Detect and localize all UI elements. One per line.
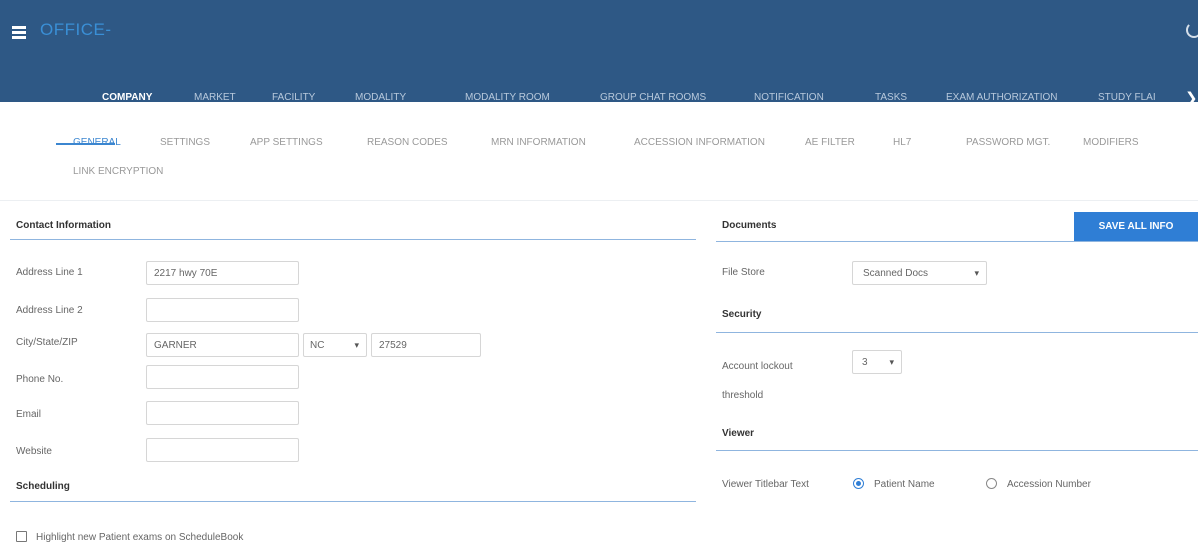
documents-section-title: Documents	[722, 220, 777, 231]
security-section-line	[716, 332, 1198, 333]
subtab-app-settings[interactable]: APP SETTINGS	[250, 137, 323, 148]
tab-modality[interactable]: MODALITY	[355, 92, 406, 103]
hamburger-icon[interactable]	[12, 26, 26, 39]
chevron-down-icon: ▾	[354, 340, 359, 350]
website-input[interactable]	[146, 438, 299, 462]
tab-tasks[interactable]: TASKS	[875, 92, 907, 103]
state-select-value: NC	[310, 340, 325, 351]
phone-label: Phone No.	[16, 374, 64, 385]
scheduling-section-title: Scheduling	[16, 481, 70, 492]
accession-number-radio[interactable]	[986, 478, 997, 489]
file-store-select[interactable]: Scanned Docs ▾	[852, 261, 987, 285]
patient-name-radio-label: Patient Name	[874, 479, 935, 490]
top-header: OFFICE- COMPANY MARKET FACILITY MODALITY…	[0, 0, 1198, 107]
viewer-titlebar-label: Viewer Titlebar Text	[722, 479, 809, 490]
email-label: Email	[16, 409, 42, 420]
highlight-checkbox-label: Highlight new Patient exams on ScheduleB…	[36, 532, 244, 543]
address2-label: Address Line 2	[16, 305, 83, 316]
email-input[interactable]	[146, 401, 299, 425]
subtab-accession-information[interactable]: ACCESSION INFORMATION	[634, 137, 765, 148]
scheduling-section-line	[10, 501, 696, 502]
website-label: Website	[16, 446, 52, 457]
main-nav: COMPANY MARKET FACILITY MODALITY MODALIT…	[0, 92, 1198, 106]
subtab-settings[interactable]: SETTINGS	[160, 137, 210, 148]
city-state-zip-label: City/State/ZIP	[16, 337, 78, 348]
tab-notification[interactable]: NOTIFICATION	[754, 92, 824, 103]
file-store-label: File Store	[722, 267, 765, 278]
city-input[interactable]: GARNER	[146, 333, 299, 357]
active-subtab-indicator	[56, 143, 115, 145]
chevron-down-icon: ▾	[889, 357, 894, 367]
phone-input[interactable]	[146, 365, 299, 389]
subtab-mrn-information[interactable]: MRN INFORMATION	[491, 137, 586, 148]
tab-exam-authorization[interactable]: EXAM AUTHORIZATION	[946, 92, 1058, 103]
subtab-reason-codes[interactable]: REASON CODES	[367, 137, 448, 148]
accession-number-radio-label: Accession Number	[1007, 479, 1091, 490]
viewer-section-title: Viewer	[722, 428, 755, 439]
save-all-info-button[interactable]: SAVE ALL INFO	[1074, 212, 1198, 241]
subtab-divider	[0, 200, 1198, 201]
lockout-label-line1: Account lockout	[722, 361, 793, 372]
tab-company[interactable]: COMPANY	[83, 92, 171, 106]
lockout-label-line2: threshold	[722, 390, 764, 401]
address2-input[interactable]	[146, 298, 299, 322]
subtab-modifiers[interactable]: MODIFIERS	[1083, 137, 1139, 148]
chevron-down-icon: ▾	[974, 268, 979, 278]
app-title[interactable]: OFFICE-	[40, 20, 112, 40]
highlight-checkbox[interactable]	[16, 531, 27, 542]
lockout-threshold-select[interactable]: 3 ▾	[852, 350, 902, 374]
viewer-section-line	[716, 450, 1198, 451]
tab-study-flai[interactable]: STUDY FLAI	[1098, 92, 1156, 103]
state-select[interactable]: NC ▾	[303, 333, 367, 357]
tab-market[interactable]: MARKET	[194, 92, 236, 103]
documents-section-line	[716, 241, 1198, 242]
power-icon[interactable]	[1186, 22, 1198, 38]
tab-modality-room[interactable]: MODALITY ROOM	[465, 92, 550, 103]
address1-input[interactable]: 2217 hwy 70E	[146, 261, 299, 285]
contact-section-line	[10, 239, 696, 240]
security-section-title: Security	[722, 309, 762, 320]
subtab-password-mgt[interactable]: PASSWORD MGT.	[966, 137, 1050, 148]
zip-input[interactable]: 27529	[371, 333, 481, 357]
address1-label: Address Line 1	[16, 267, 83, 278]
tab-facility[interactable]: FACILITY	[272, 92, 315, 103]
contact-section-title: Contact Information	[16, 220, 111, 231]
patient-name-radio[interactable]	[853, 478, 864, 489]
lockout-threshold-value: 3	[862, 357, 868, 368]
subtab-ae-filter[interactable]: AE FILTER	[805, 137, 855, 148]
tab-group-chat-rooms[interactable]: GROUP CHAT ROOMS	[600, 92, 706, 103]
subtab-link-encryption[interactable]: LINK ENCRYPTION	[73, 166, 163, 177]
subtab-hl7[interactable]: HL7	[893, 137, 911, 148]
chevron-right-icon[interactable]: ❯	[1185, 89, 1198, 107]
file-store-select-value: Scanned Docs	[863, 268, 929, 279]
